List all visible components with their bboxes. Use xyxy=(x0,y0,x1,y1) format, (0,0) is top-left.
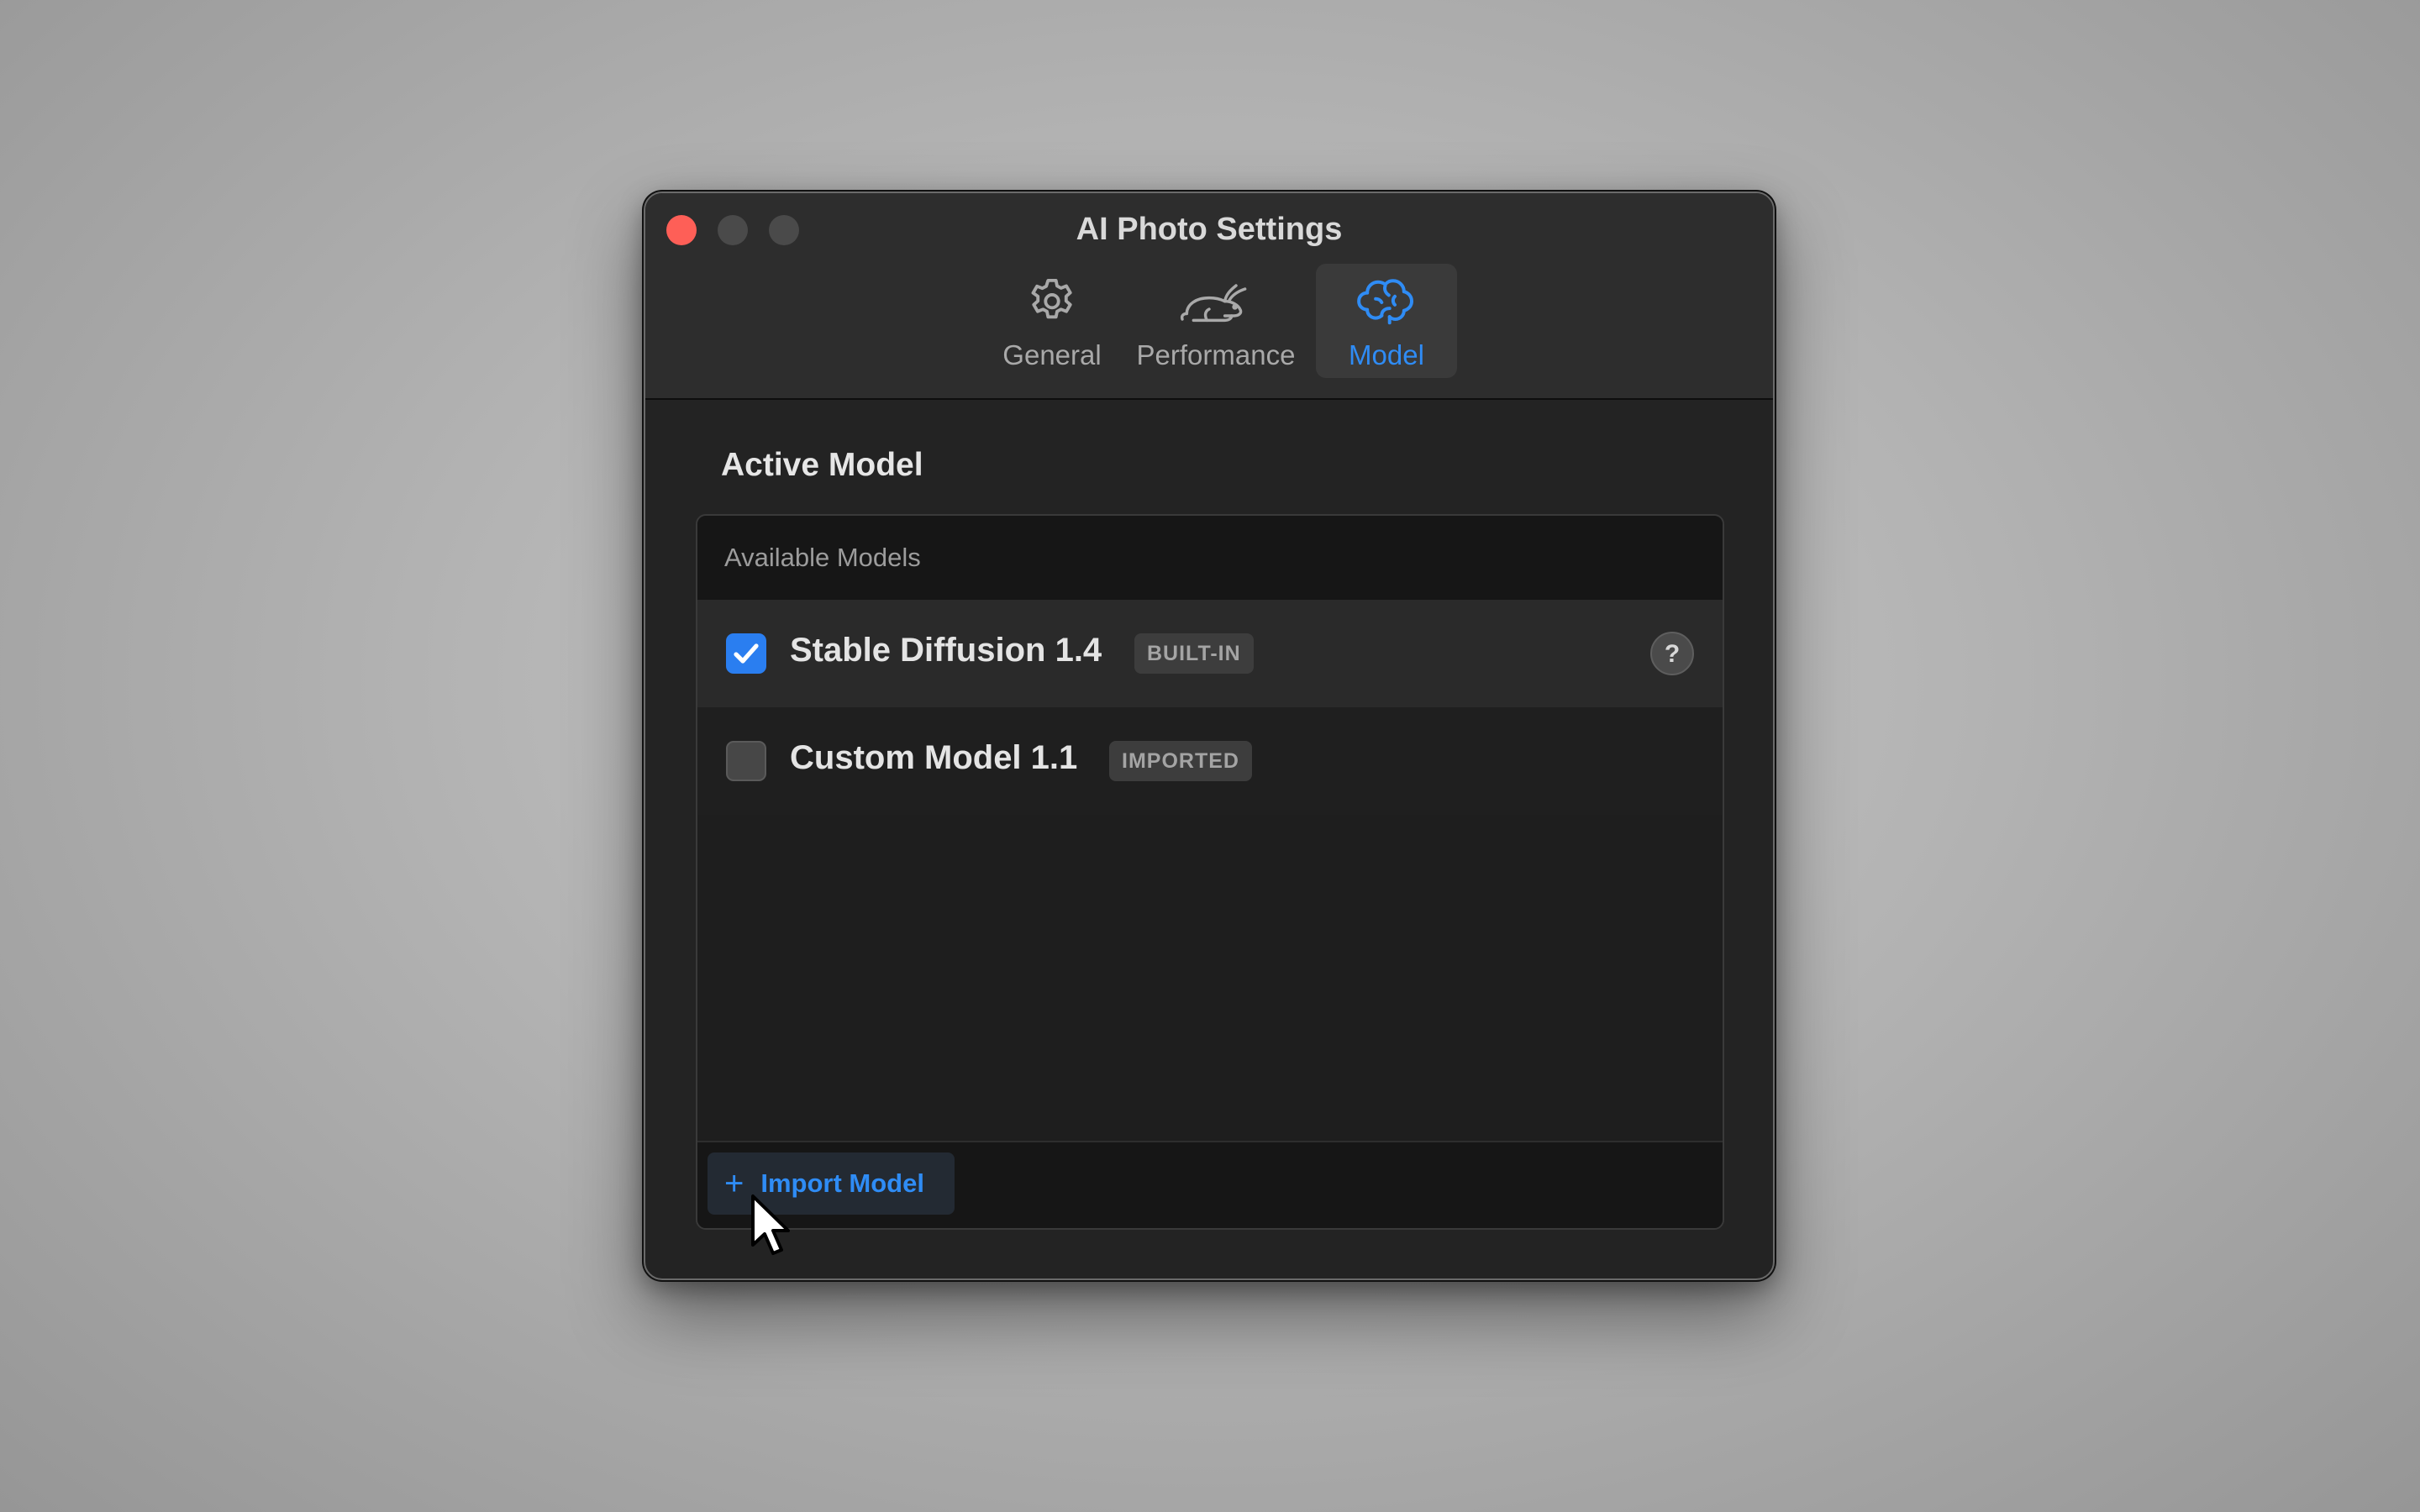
model-checkbox-unchecked[interactable] xyxy=(726,741,766,781)
list-header: Available Models xyxy=(697,516,1723,601)
list-footer: + Import Model xyxy=(697,1141,1723,1228)
active-model-heading: Active Model xyxy=(721,447,923,483)
tab-performance[interactable]: Performance xyxy=(1123,264,1309,378)
checkmark-icon xyxy=(734,643,759,664)
help-button[interactable]: ? xyxy=(1650,632,1694,675)
rabbit-icon xyxy=(1176,272,1256,333)
tab-performance-label: Performance xyxy=(1136,339,1296,370)
titlebar-toolbar: AI Photo Settings General Performance Mo… xyxy=(645,193,1773,400)
model-row-custom-model[interactable]: Custom Model 1.1 IMPORTED xyxy=(697,707,1723,815)
list-header-label: Available Models xyxy=(724,543,921,572)
window-title: AI Photo Settings xyxy=(1076,212,1343,247)
tab-model[interactable]: Model xyxy=(1316,264,1457,378)
gear-icon xyxy=(1024,272,1080,333)
plus-icon: + xyxy=(724,1165,744,1202)
tab-general-label: General xyxy=(1002,339,1102,370)
import-model-button[interactable]: + Import Model xyxy=(708,1152,955,1215)
mouse-pointer-icon xyxy=(751,1194,790,1255)
tab-model-label: Model xyxy=(1349,339,1424,370)
model-row-stable-diffusion[interactable]: Stable Diffusion 1.4 BUILT-IN ? xyxy=(697,600,1723,707)
tab-general[interactable]: General xyxy=(978,264,1126,378)
brain-icon xyxy=(1353,272,1420,333)
settings-window: AI Photo Settings General Performance Mo… xyxy=(644,192,1775,1280)
model-badge: BUILT-IN xyxy=(1134,633,1254,674)
model-badge: IMPORTED xyxy=(1109,741,1252,781)
model-name: Custom Model 1.1 xyxy=(790,739,1078,776)
models-list: Available Models Stable Diffusion 1.4 BU… xyxy=(696,514,1724,1230)
model-name: Stable Diffusion 1.4 xyxy=(790,632,1102,669)
model-checkbox-checked[interactable] xyxy=(726,633,766,674)
